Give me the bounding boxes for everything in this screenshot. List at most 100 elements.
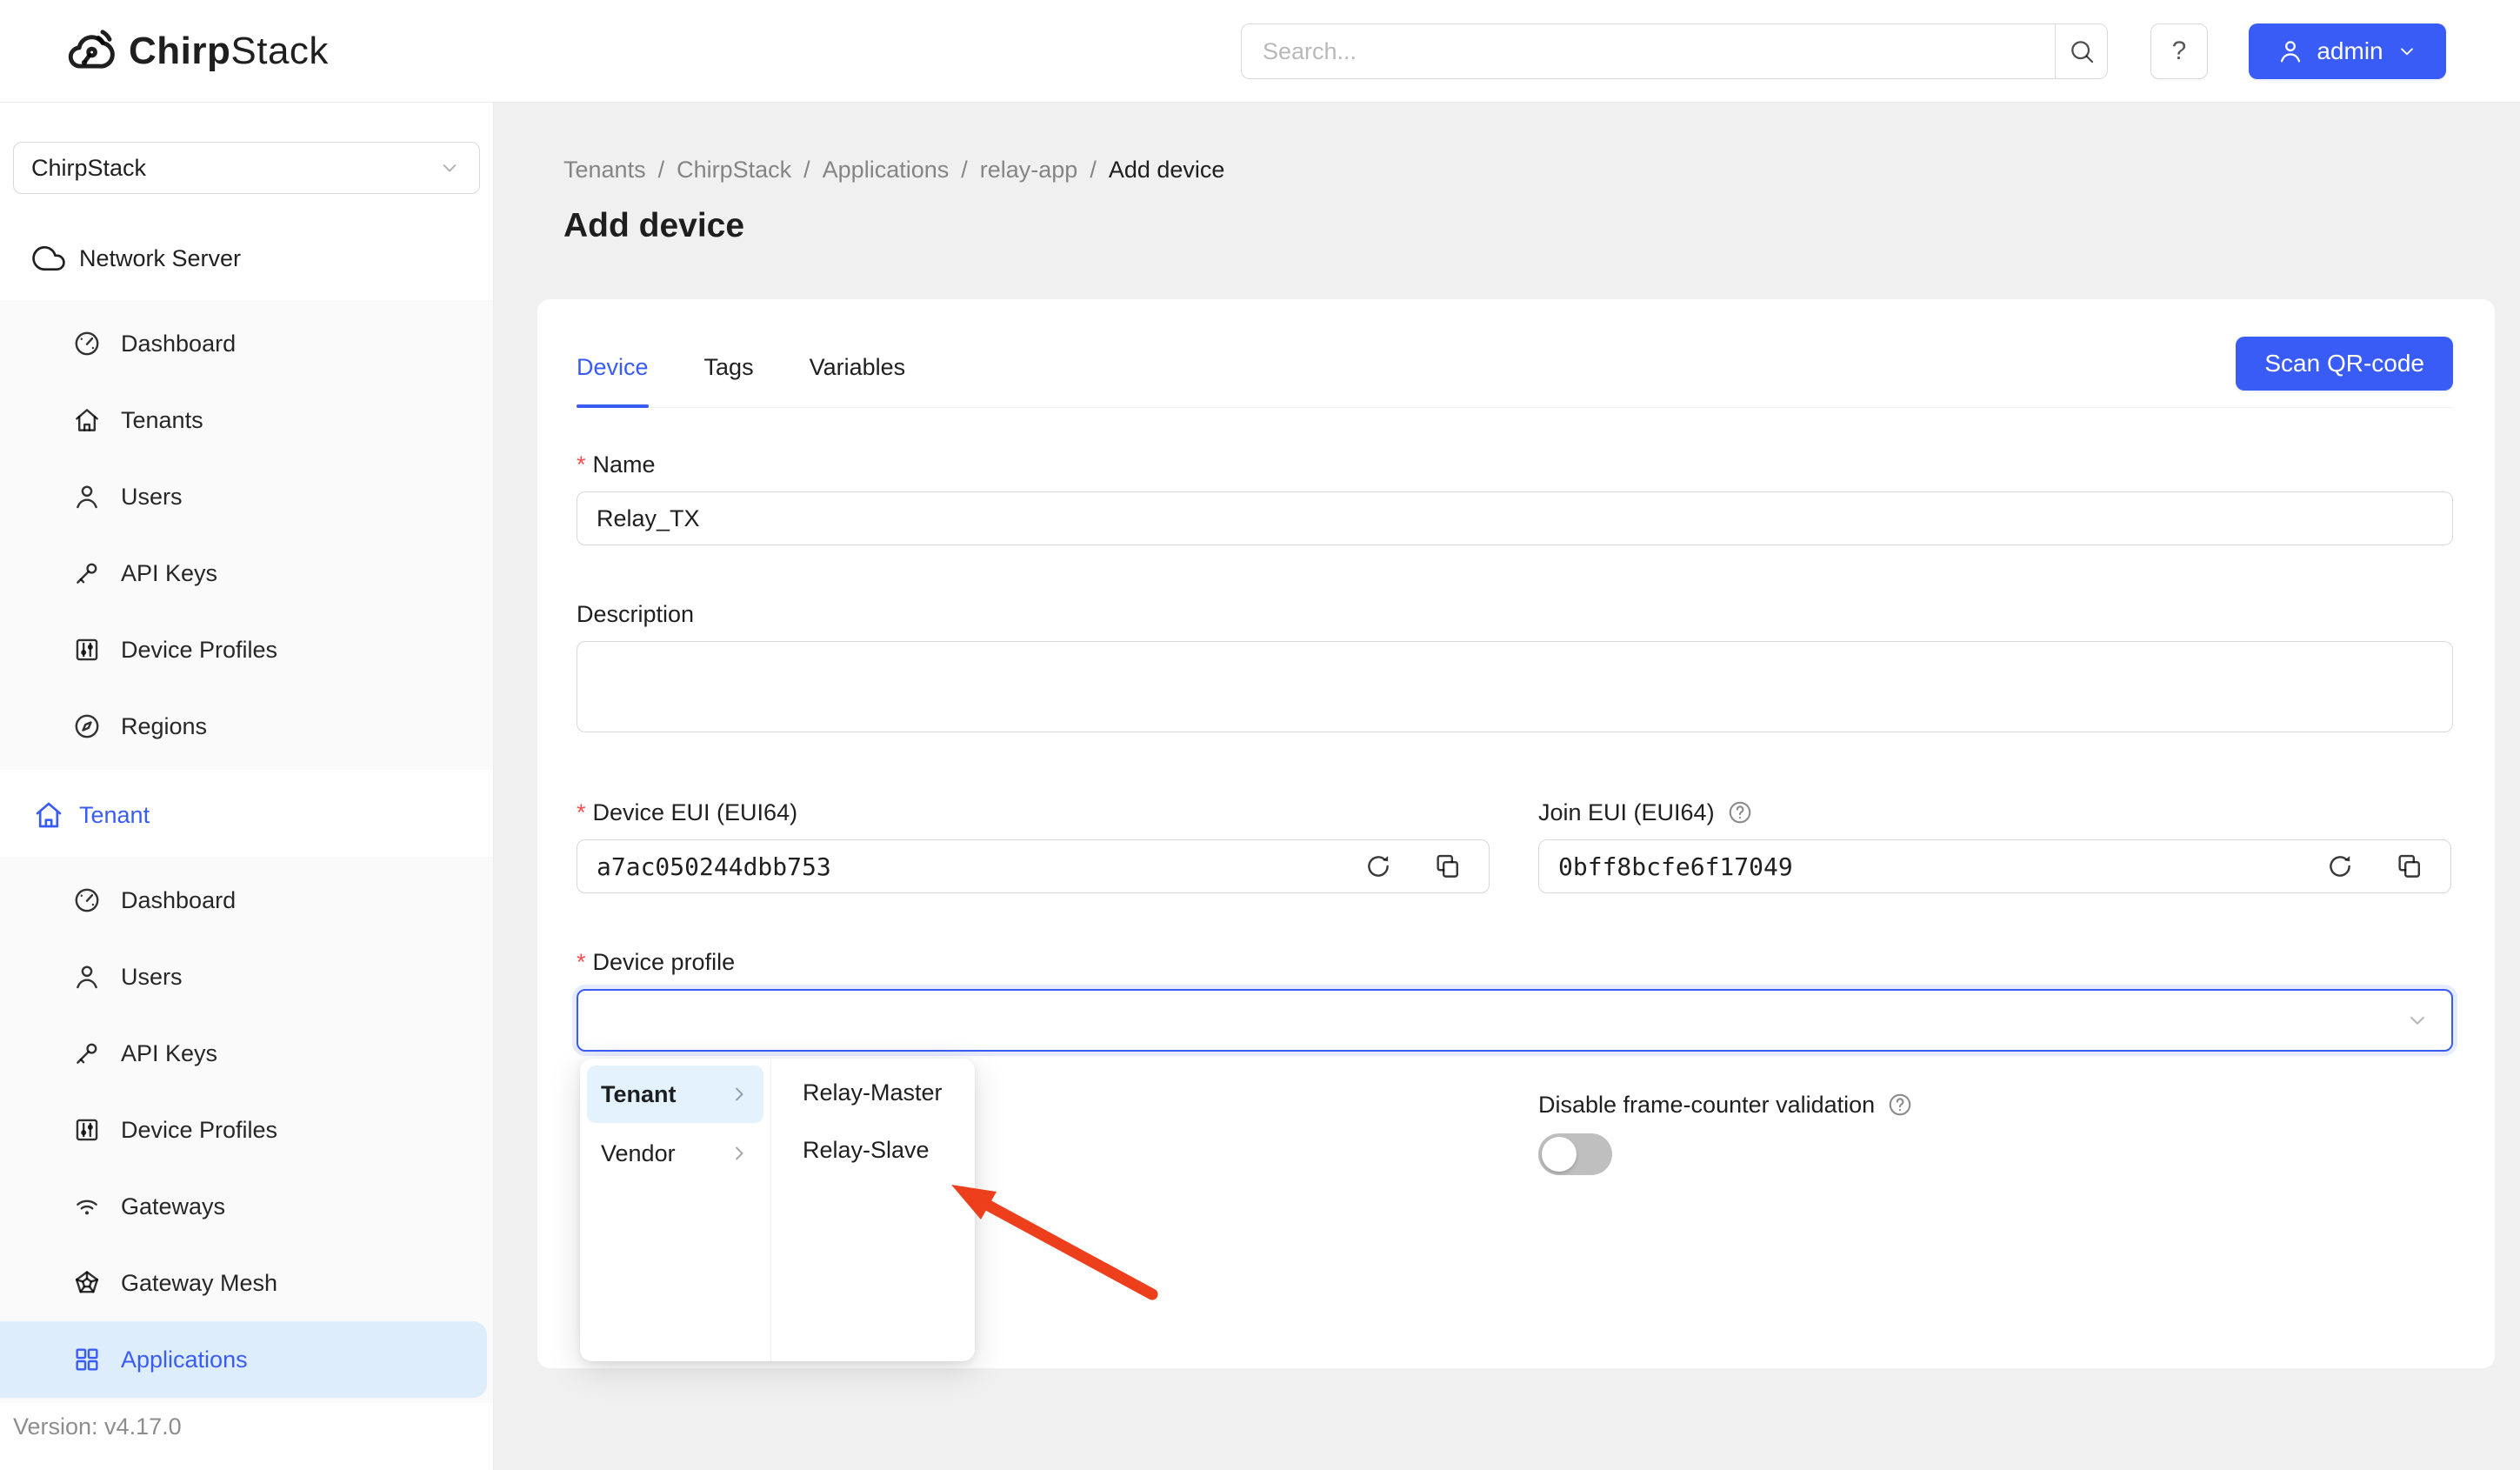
dev-eui-value[interactable]: a7ac050244dbb753 [597,852,1323,881]
gauge-icon [72,885,102,915]
copy-icon[interactable] [2395,852,2424,881]
sidebar-item-gateways[interactable]: Gateways [0,1168,493,1245]
user-menu-button[interactable]: admin [2249,23,2446,79]
join-eui-field[interactable]: 0bff8bcfe6f17049 [1538,839,2451,893]
sidebar-item-label: Dashboard [121,887,236,914]
sidebar-item-ns-api-keys[interactable]: API Keys [0,535,493,611]
home-icon [72,405,102,435]
sidebar-item-ns-device-profiles[interactable]: Device Profiles [0,611,493,688]
app-header: ChirpStack ? admin [0,0,2520,103]
required-marker: * [577,448,586,481]
sidebar-item-ns-users[interactable]: Users [0,458,493,535]
dropdown-group-vendor[interactable]: Vendor [587,1125,763,1182]
fcnt-toggle[interactable] [1538,1133,1612,1175]
network-server-menu: Dashboard Tenants Users API Keys Device … [0,300,493,770]
sidebar-item-tenant-device-profiles[interactable]: Device Profiles [0,1092,493,1168]
main-content: Tenants / ChirpStack / Applications / re… [494,103,2520,1470]
device-profile-dropdown: Tenant Vendor Relay-Master Relay-Slave [580,1059,975,1361]
tab-device[interactable]: Device [577,351,649,407]
dev-eui-label-text: Device EUI (EUI64) [593,796,798,829]
appstore-icon [72,1345,102,1374]
dropdown-option-relay-master[interactable]: Relay-Master [771,1064,975,1121]
dropdown-group-label: Vendor [601,1140,727,1167]
chirpstack-logo[interactable]: ChirpStack [63,24,329,78]
breadcrumb-applications[interactable]: Applications [823,153,950,186]
join-eui-value[interactable]: 0bff8bcfe6f17049 [1558,852,2285,881]
chevron-right-icon [727,1141,751,1166]
search-input[interactable] [1242,24,2055,78]
sidebar: ChirpStack Network Server Dashboard Tena… [0,103,494,1470]
gauge-icon [72,329,102,358]
breadcrumb-separator: / [961,153,968,186]
tab-variables[interactable]: Variables [810,351,906,407]
tab-tags[interactable]: Tags [704,351,754,407]
name-input[interactable] [577,491,2453,545]
sidebar-item-gateway-mesh[interactable]: Gateway Mesh [0,1245,493,1321]
device-profile-label-text: Device profile [593,945,736,979]
wifi-icon [72,1192,102,1221]
org-selector[interactable]: ChirpStack [13,142,480,194]
chevron-right-icon [727,1082,751,1106]
sidebar-item-label: Applications [121,1346,248,1373]
control-icon [72,1115,102,1145]
scan-qr-button[interactable]: Scan QR-code [2236,337,2453,391]
dev-eui-label: * Device EUI (EUI64) [577,796,1490,829]
question-circle-icon[interactable] [1887,1092,1913,1118]
name-label-text: Name [593,448,656,481]
sidebar-item-label: Dashboard [121,331,236,357]
sidebar-item-tenant-users[interactable]: Users [0,939,493,1015]
help-button[interactable]: ? [2150,23,2208,79]
sidebar-item-tenants[interactable]: Tenants [0,382,493,458]
user-icon [2277,37,2304,65]
copy-icon[interactable] [1433,852,1463,881]
help-label: ? [2172,37,2187,66]
home-icon [32,798,65,832]
cloud-icon [32,242,65,275]
sidebar-item-ns-dashboard[interactable]: Dashboard [0,305,493,382]
name-label: * Name [577,448,2453,481]
sidebar-item-label: Tenants [121,407,203,434]
join-eui-label-text: Join EUI (EUI64) [1538,796,1715,829]
sidebar-item-label: Gateway Mesh [121,1270,277,1297]
question-circle-icon[interactable] [1727,799,1753,825]
chevron-down-icon [2396,40,2418,63]
sidebar-item-label: API Keys [121,560,217,587]
dropdown-option-column: Relay-Master Relay-Slave [771,1059,975,1361]
user-name: admin [2317,37,2383,65]
global-search [1241,23,2108,79]
sidebar-item-tenant-dashboard[interactable]: Dashboard [0,862,493,939]
control-icon [72,635,102,665]
version-label: Version: v4.17.0 [0,1413,493,1470]
description-label-text: Description [577,598,694,631]
breadcrumb-chirpstack[interactable]: ChirpStack [677,153,791,186]
sidebar-item-tenant-api-keys[interactable]: API Keys [0,1015,493,1092]
description-textarea[interactable] [577,641,2453,732]
join-eui-label: Join EUI (EUI64) [1538,796,2451,829]
sidebar-item-label: Users [121,964,183,991]
section-tenant[interactable]: Tenant [0,794,493,836]
page-title: Add device [563,202,2520,251]
dropdown-group-tenant[interactable]: Tenant [587,1066,763,1123]
device-profile-select[interactable] [577,989,2453,1052]
sidebar-item-label: Device Profiles [121,1117,277,1144]
regenerate-icon[interactable] [1363,852,1393,881]
regenerate-icon[interactable] [2325,852,2355,881]
description-label: Description [577,598,2453,631]
section-tenant-label: Tenant [79,802,150,829]
search-button[interactable] [2055,24,2107,78]
dropdown-group-column: Tenant Vendor [580,1059,771,1361]
dev-eui-field[interactable]: a7ac050244dbb753 [577,839,1490,893]
sidebar-item-applications[interactable]: Applications [0,1321,487,1398]
section-network-server: Network Server [0,237,493,279]
breadcrumb-tenants[interactable]: Tenants [563,153,646,186]
sidebar-item-regions[interactable]: Regions [0,688,493,765]
breadcrumb-separator: / [658,153,665,186]
breadcrumb: Tenants / ChirpStack / Applications / re… [563,153,2520,186]
brand-regular: Stack [230,30,329,72]
mesh-icon [72,1268,102,1298]
tabbar: Device Tags Variables [577,351,2453,408]
brand-name: ChirpStack [129,30,329,73]
required-marker: * [577,945,586,979]
dropdown-option-relay-slave[interactable]: Relay-Slave [771,1121,975,1179]
breadcrumb-relay-app[interactable]: relay-app [980,153,1078,186]
